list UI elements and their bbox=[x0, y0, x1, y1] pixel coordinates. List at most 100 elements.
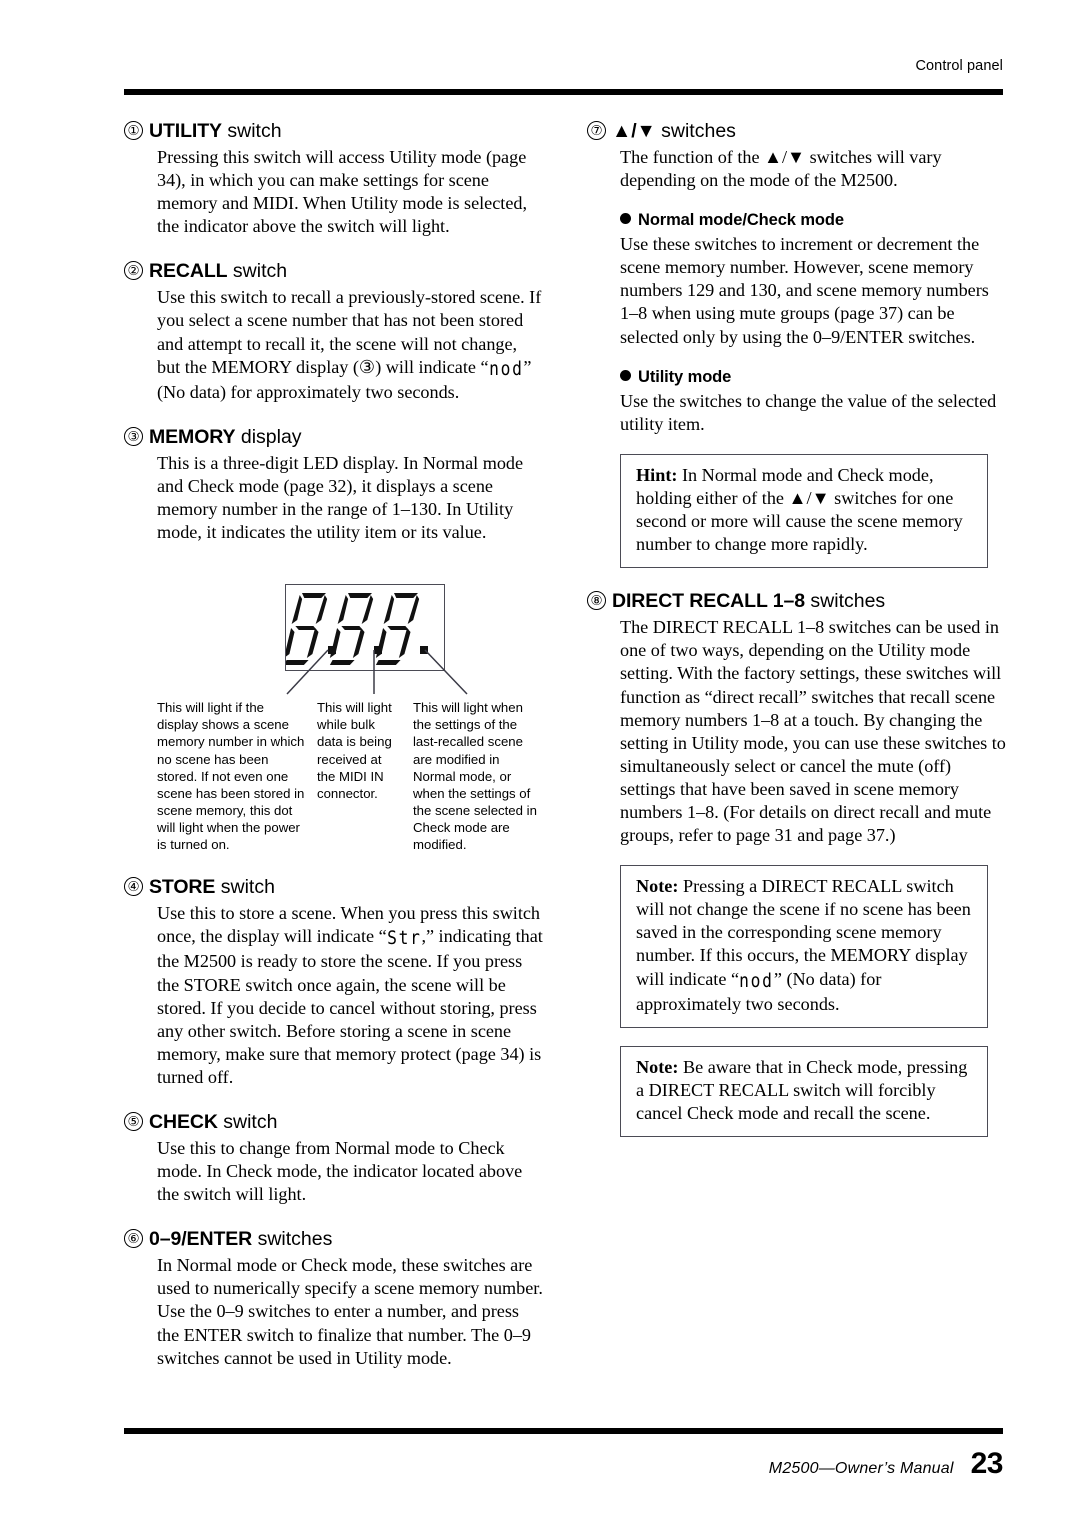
section-body: Use this to store a scene. When you pres… bbox=[157, 902, 543, 1089]
section-body: This is a three-digit LED display. In No… bbox=[157, 452, 543, 544]
section-direct-recall: ⑧ DIRECT RECALL 1–8 switches The DIRECT R… bbox=[587, 588, 1006, 1137]
section-number: ③ bbox=[124, 426, 143, 446]
section-title-strong: STORE bbox=[149, 876, 216, 899]
body-text-part1: Use this switch to recall a previously-s… bbox=[157, 287, 542, 377]
section-memory: ③ MEMORY display This is a three-digit LE… bbox=[124, 424, 543, 872]
right-column: ⑦ ▲/▼ switches The function of the ▲/▼ sw… bbox=[587, 118, 1006, 1139]
subsection-heading-utility: Utility mode bbox=[620, 366, 1006, 389]
section-body: Use this switch to recall a previously-s… bbox=[157, 286, 543, 403]
left-column: ① UTILITY switch Pressing this switch wil… bbox=[124, 118, 543, 1372]
section-updown-switches: ⑦ ▲/▼ switches The function of the ▲/▼ sw… bbox=[587, 118, 1006, 569]
section-utility: ① UTILITY switch Pressing this switch wil… bbox=[124, 118, 543, 238]
led-digits bbox=[286, 593, 428, 666]
paragraph: Hint: In Normal mode and Check mode, hol… bbox=[636, 464, 974, 556]
section-title-strong: MEMORY bbox=[149, 425, 236, 448]
section-heading: ① UTILITY switch bbox=[124, 118, 543, 145]
callout-caption-left: This will light if the display shows a s… bbox=[157, 700, 305, 852]
section-heading: ⑧ DIRECT RECALL 1–8 switches bbox=[587, 588, 1006, 615]
hint-box: Hint: In Normal mode and Check mode, hol… bbox=[620, 453, 988, 569]
led-display-frame bbox=[285, 584, 445, 672]
section-title-light: switches bbox=[804, 590, 886, 613]
section-heading: ⑥ 0–9/ENTER switches bbox=[124, 1226, 543, 1253]
section-title-light: switch bbox=[217, 1110, 278, 1133]
section-body: Use this to change from Normal mode to C… bbox=[157, 1137, 543, 1206]
subsection-label: Utility mode bbox=[638, 367, 732, 386]
page-number: 23 bbox=[970, 1447, 1004, 1480]
manual-page: Control panel ① UTILITY switch Pressing t… bbox=[0, 0, 1080, 1528]
section-title-strong: UTILITY bbox=[149, 120, 222, 142]
note-label: Note: bbox=[636, 1056, 679, 1077]
paragraph: Note: Be aware that in Check mode, press… bbox=[636, 1056, 974, 1125]
paragraph: This is a three-digit LED display. In No… bbox=[157, 452, 524, 543]
header-rule bbox=[124, 89, 1003, 95]
subsection-body: Use the switches to change the value of … bbox=[620, 390, 1006, 436]
paragraph: Use the switches to change the value of … bbox=[620, 390, 997, 434]
body-text-part2: ,” indicating that the M2500 is ready to… bbox=[157, 926, 543, 1087]
section-body: In Normal mode or Check mode, these swit… bbox=[157, 1254, 543, 1369]
section-title-strong: 0–9/ENTER bbox=[149, 1228, 253, 1251]
section-heading: ③ MEMORY display bbox=[124, 424, 543, 451]
seven-segment-glyph: nod bbox=[488, 357, 524, 380]
section-number: ⑤ bbox=[124, 1111, 143, 1131]
section-title-strong: ▲/▼ bbox=[612, 120, 656, 142]
paragraph: Use this to change from Normal mode to C… bbox=[157, 1137, 523, 1205]
hint-label: Hint: bbox=[636, 464, 678, 485]
section-recall: ② RECALL switch Use this switch to recall… bbox=[124, 258, 543, 403]
footer-rule bbox=[124, 1428, 1003, 1434]
footer: M2500—Owner’s Manual 23 bbox=[768, 1447, 1004, 1481]
note-body: Be aware that in Check mode, pressing a … bbox=[636, 1056, 968, 1123]
section-body: The DIRECT RECALL 1–8 switches can be us… bbox=[620, 616, 1006, 847]
section-store: ④ STORE switch Use this to store a scene.… bbox=[124, 874, 543, 1089]
paragraph: Use this to store a scene. When you pres… bbox=[157, 902, 543, 1089]
manual-title: M2500—Owner’s Manual bbox=[768, 1460, 954, 1477]
section-number: ⑥ bbox=[124, 1229, 143, 1249]
paragraph: The DIRECT RECALL 1–8 switches can be us… bbox=[620, 617, 1006, 846]
paragraph: Use this switch to recall a previously-s… bbox=[157, 286, 543, 403]
section-title-light: switches bbox=[252, 1228, 333, 1251]
running-head: Control panel bbox=[915, 58, 1003, 74]
paragraph: The function of the ▲/▼ switches will va… bbox=[620, 147, 942, 191]
section-title-light: switch bbox=[215, 876, 275, 899]
led-dot-3 bbox=[420, 646, 428, 655]
section-title-light: switches bbox=[655, 120, 736, 142]
section-number: ① bbox=[124, 121, 143, 140]
seven-segment-glyph: nod bbox=[739, 969, 774, 992]
seven-segment-glyph: Str bbox=[386, 927, 422, 950]
paragraph: In Normal mode or Check mode, these swit… bbox=[157, 1255, 543, 1368]
subsection-label: Normal mode/Check mode bbox=[638, 211, 844, 230]
section-title-light: switch bbox=[221, 120, 282, 142]
section-body: The function of the ▲/▼ switches will va… bbox=[620, 146, 1006, 192]
section-title-light: display bbox=[235, 425, 302, 448]
section-title-strong: RECALL bbox=[149, 260, 228, 283]
section-number: ⑧ bbox=[587, 591, 606, 611]
paragraph: Note: Pressing a DIRECT RECALL switch wi… bbox=[636, 875, 974, 1016]
paragraph: Pressing this switch will access Utility… bbox=[157, 147, 527, 237]
bullet-icon bbox=[620, 213, 631, 225]
paragraph: Use these switches to increment or decre… bbox=[620, 234, 989, 347]
section-heading: ④ STORE switch bbox=[124, 874, 543, 901]
subsection-body: Use these switches to increment or decre… bbox=[620, 233, 1006, 348]
section-number: ⑦ bbox=[587, 121, 606, 140]
callout-captions: This will light if the display shows a s… bbox=[157, 699, 543, 853]
subsection-heading-normal-check: Normal mode/Check mode bbox=[620, 209, 1006, 232]
section-body: Pressing this switch will access Utility… bbox=[157, 146, 543, 238]
callout-caption-right: This will light when the settings of the… bbox=[413, 700, 537, 852]
section-title-strong: DIRECT RECALL 1–8 bbox=[612, 590, 805, 613]
hint-body: In Normal mode and Check mode, holding e… bbox=[636, 464, 963, 555]
note-box-2: Note: Be aware that in Check mode, press… bbox=[620, 1045, 988, 1137]
memory-display-figure: This will light if the display shows a s… bbox=[157, 572, 543, 872]
section-title-strong: CHECK bbox=[149, 1110, 218, 1133]
callout-caption-middle: This will light while bulk data is being… bbox=[317, 700, 392, 801]
section-heading: ⑦ ▲/▼ switches bbox=[587, 118, 1006, 145]
note-label: Note: bbox=[636, 876, 679, 897]
section-heading: ② RECALL switch bbox=[124, 258, 543, 285]
note-box-1: Note: Pressing a DIRECT RECALL switch wi… bbox=[620, 865, 988, 1028]
bullet-icon bbox=[620, 369, 631, 381]
section-title-light: switch bbox=[227, 260, 288, 283]
section-number: ② bbox=[124, 261, 143, 281]
